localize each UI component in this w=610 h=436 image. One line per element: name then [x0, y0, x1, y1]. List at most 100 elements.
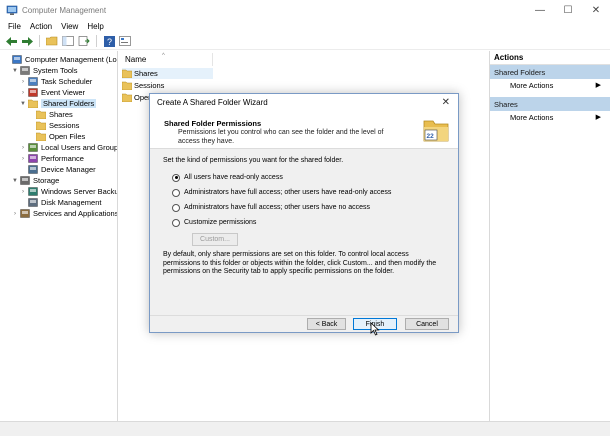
- maximize-button[interactable]: ☐: [554, 0, 582, 20]
- dialog-body: Set the kind of permissions you want for…: [150, 149, 458, 316]
- list-item-label: Shares: [134, 69, 158, 78]
- more-actions-shares[interactable]: More Actions ▶: [490, 111, 610, 124]
- tree-item-performance[interactable]: › Performance: [19, 153, 84, 164]
- tree-item-label: Local Users and Groups: [41, 143, 118, 152]
- help-button[interactable]: ?: [102, 35, 116, 48]
- radio-label: Customize permissions: [184, 219, 257, 226]
- radio-button[interactable]: [172, 218, 180, 227]
- tree-item-shares[interactable]: Shares: [27, 109, 73, 120]
- forward-arrow-icon: [21, 36, 33, 46]
- radio-label: Administrators have full access; other u…: [184, 189, 392, 196]
- tree-item-windows-server-backup[interactable]: › Windows Server Backup: [19, 186, 118, 197]
- menu-help[interactable]: Help: [84, 22, 109, 31]
- radio-all-read-only[interactable]: All users have read-only access: [172, 172, 283, 183]
- expand-icon[interactable]: ›: [11, 210, 19, 218]
- tree-item-label: Shares: [49, 110, 73, 119]
- tree-item-label: Sessions: [49, 121, 80, 130]
- expand-icon[interactable]: ›: [19, 188, 27, 196]
- tree-item-event-viewer[interactable]: › Event Viewer: [19, 87, 85, 98]
- expand-icon[interactable]: ›: [19, 89, 27, 97]
- radio-admin-full-others-none[interactable]: Administrators have full access; other u…: [172, 202, 370, 213]
- actions-section-shares[interactable]: Shares: [490, 97, 610, 111]
- submenu-arrow-icon: ▶: [595, 82, 601, 89]
- horizontal-scrollbar[interactable]: [0, 421, 610, 436]
- radio-admin-full-others-read[interactable]: Administrators have full access; other u…: [172, 187, 391, 198]
- list-item[interactable]: Open: [122, 92, 152, 103]
- shared-folders-icon: [28, 99, 38, 108]
- expand-icon[interactable]: ›: [19, 155, 27, 163]
- up-one-level-button[interactable]: [45, 35, 59, 48]
- tree-item-device-manager[interactable]: Device Manager: [19, 164, 96, 175]
- radio-label: All users have read-only access: [184, 174, 283, 181]
- collapse-icon[interactable]: ▼: [19, 100, 27, 108]
- properties-button[interactable]: [118, 35, 132, 48]
- svg-text:?: ?: [107, 37, 112, 47]
- tree-item-label: Windows Server Backup: [41, 187, 118, 196]
- menu-view[interactable]: View: [58, 22, 84, 31]
- more-actions-label: More Actions: [510, 113, 554, 122]
- users-groups-icon: [28, 143, 38, 152]
- tree-item-task-scheduler[interactable]: › Task Scheduler: [19, 76, 92, 87]
- list-item[interactable]: Shares: [122, 68, 213, 79]
- device-manager-icon: [28, 165, 38, 174]
- dialog-header: Shared Folder Permissions Permissions le…: [150, 111, 458, 149]
- mouse-cursor-icon: [370, 322, 380, 336]
- export-list-button[interactable]: [77, 35, 91, 48]
- tree-item-label: Computer Management (Local: [25, 55, 118, 64]
- expand-icon[interactable]: ›: [19, 78, 27, 86]
- tree-item-system-tools[interactable]: ▼ System Tools: [11, 65, 77, 76]
- collapse-icon[interactable]: ▼: [11, 177, 19, 185]
- expand-icon[interactable]: ›: [19, 144, 27, 152]
- radio-button-selected[interactable]: [172, 173, 180, 182]
- shares-folder-icon: [122, 69, 132, 78]
- column-header-label: Name: [125, 55, 147, 64]
- tree-item-services-and-applications[interactable]: › Services and Applications: [11, 208, 118, 219]
- permissions-note: By default, only share permissions are s…: [163, 251, 437, 276]
- show-hide-tree-icon: [62, 36, 74, 46]
- dialog-close-button[interactable]: ✕: [442, 97, 450, 108]
- tree-item-label: Event Viewer: [41, 88, 86, 97]
- menu-action[interactable]: Action: [27, 22, 58, 31]
- toolbar: ?: [0, 33, 610, 50]
- radio-button[interactable]: [172, 203, 180, 212]
- dialog-header-subtitle: Permissions let you control who can see …: [178, 129, 384, 145]
- close-window-button[interactable]: ✕: [582, 0, 610, 20]
- minimize-button[interactable]: —: [526, 0, 554, 20]
- dialog-header-title: Shared Folder Permissions: [164, 119, 262, 128]
- back-arrow-icon: [5, 36, 17, 46]
- tree-item-shared-folders[interactable]: ▼ Shared Folders: [19, 98, 97, 109]
- custom-button: Custom...: [192, 233, 238, 246]
- back-button[interactable]: < Back: [307, 318, 346, 330]
- cancel-button[interactable]: Cancel: [405, 318, 449, 330]
- radio-customize-permissions[interactable]: Customize permissions: [172, 217, 256, 228]
- tree-item-label: Open Files: [49, 132, 86, 141]
- tree-item-local-users-and-groups[interactable]: › Local Users and Groups: [19, 142, 118, 153]
- title-bar: Computer Management — ☐ ✕: [0, 0, 610, 20]
- tree-item-computer-management-local[interactable]: Computer Management (Local: [3, 54, 118, 65]
- tree-item-disk-management[interactable]: Disk Management: [19, 197, 101, 208]
- dialog-title-bar: Create A Shared Folder Wizard ✕: [150, 94, 458, 111]
- menu-bar: File Action View Help: [0, 20, 610, 33]
- tree-item-label: Performance: [41, 154, 84, 163]
- tree-item-sessions[interactable]: Sessions: [27, 120, 79, 131]
- performance-icon: [28, 154, 38, 163]
- forward-button[interactable]: [20, 35, 34, 48]
- list-item[interactable]: Sessions: [122, 80, 164, 91]
- back-button[interactable]: [4, 35, 18, 48]
- more-actions-shared-folders[interactable]: More Actions ▶: [490, 79, 610, 92]
- radio-button[interactable]: [172, 188, 180, 197]
- storage-icon: [20, 176, 30, 185]
- menu-file[interactable]: File: [5, 22, 27, 31]
- tree-item-label: Services and Applications: [33, 209, 118, 218]
- tree-item-open-files[interactable]: Open Files: [27, 131, 85, 142]
- tree-item-label: System Tools: [33, 66, 78, 75]
- computer-management-icon: [12, 55, 22, 64]
- column-header-name[interactable]: Name ^: [120, 53, 213, 66]
- show-hide-tree-button[interactable]: [61, 35, 75, 48]
- tree-item-storage[interactable]: ▼ Storage: [11, 175, 59, 186]
- create-shared-folder-wizard: Create A Shared Folder Wizard ✕ Shared F…: [149, 93, 459, 336]
- actions-section-shared-folders[interactable]: Shared Folders: [490, 65, 610, 79]
- collapse-icon[interactable]: ▼: [11, 67, 19, 75]
